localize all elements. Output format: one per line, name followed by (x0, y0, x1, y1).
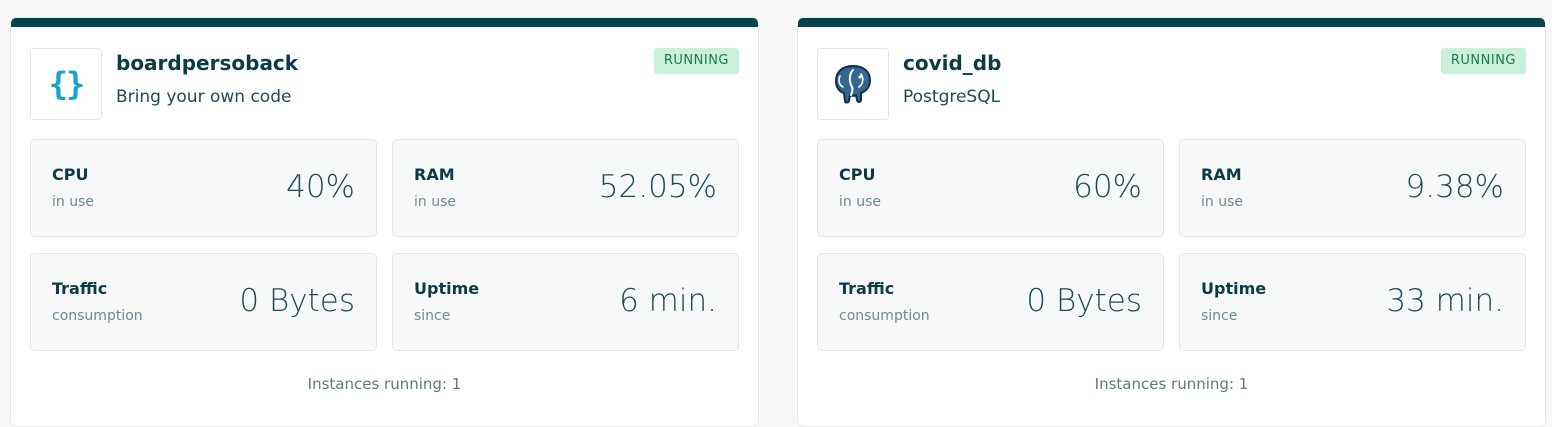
metric-sublabel: in use (414, 194, 456, 210)
ram-metric-tile: RAM in use 52.05% (392, 139, 739, 237)
traffic-metric-tile: Traffic consumption 0 Bytes (817, 253, 1164, 351)
metric-sublabel: since (414, 308, 451, 324)
cpu-metric-tile: CPU in use 40% (30, 139, 377, 237)
service-card-covid-db[interactable]: covid_db PostgreSQL RUNNING CPU in use 6… (797, 17, 1546, 427)
metric-label: Uptime (1201, 279, 1267, 298)
metric-sublabel: consumption (839, 308, 930, 324)
instances-running: Instances running: 1 (307, 375, 462, 393)
metric-value: 0 Bytes (239, 283, 355, 319)
metric-label: Traffic (839, 279, 895, 298)
uptime-metric-tile: Uptime since 6 min. (392, 253, 739, 351)
service-name[interactable]: boardpersoback (116, 51, 298, 75)
ram-metric-tile: RAM in use 9.38% (1179, 139, 1526, 237)
metric-value: 9.38% (1405, 169, 1504, 205)
card-header-bar (798, 18, 1545, 27)
service-card-boardpersoback[interactable]: {} boardpersoback Bring your own code RU… (10, 17, 759, 427)
service-type: PostgreSQL (903, 87, 1001, 107)
metric-sublabel: since (1201, 308, 1238, 324)
metric-sublabel: in use (52, 194, 94, 210)
metric-value: 60% (1073, 169, 1142, 205)
metric-label: RAM (1201, 165, 1242, 184)
status-badge: RUNNING (653, 48, 739, 74)
metric-label: Traffic (52, 279, 108, 298)
cpu-metric-tile: CPU in use 60% (817, 139, 1164, 237)
postgresql-elephant-icon (835, 65, 871, 104)
service-name[interactable]: covid_db (903, 51, 1001, 75)
metric-label: RAM (414, 165, 455, 184)
metric-value: 0 Bytes (1026, 283, 1142, 319)
service-logo (817, 48, 889, 120)
service-type: Bring your own code (116, 87, 292, 107)
metric-value: 40% (286, 169, 355, 205)
instances-running: Instances running: 1 (1094, 375, 1249, 393)
metric-value: 33 min. (1386, 283, 1504, 319)
traffic-metric-tile: Traffic consumption 0 Bytes (30, 253, 377, 351)
metric-value: 6 min. (619, 283, 717, 319)
metric-sublabel: in use (839, 194, 881, 210)
metric-label: CPU (839, 165, 876, 184)
metric-sublabel: consumption (52, 308, 143, 324)
code-braces-icon: {} (48, 65, 86, 103)
uptime-metric-tile: Uptime since 33 min. (1179, 253, 1526, 351)
metric-label: Uptime (414, 279, 480, 298)
metric-label: CPU (52, 165, 89, 184)
status-badge: RUNNING (1440, 48, 1526, 74)
card-header-bar (11, 18, 758, 27)
service-logo: {} (30, 48, 102, 120)
metric-value: 52.05% (598, 169, 717, 205)
metric-sublabel: in use (1201, 194, 1243, 210)
